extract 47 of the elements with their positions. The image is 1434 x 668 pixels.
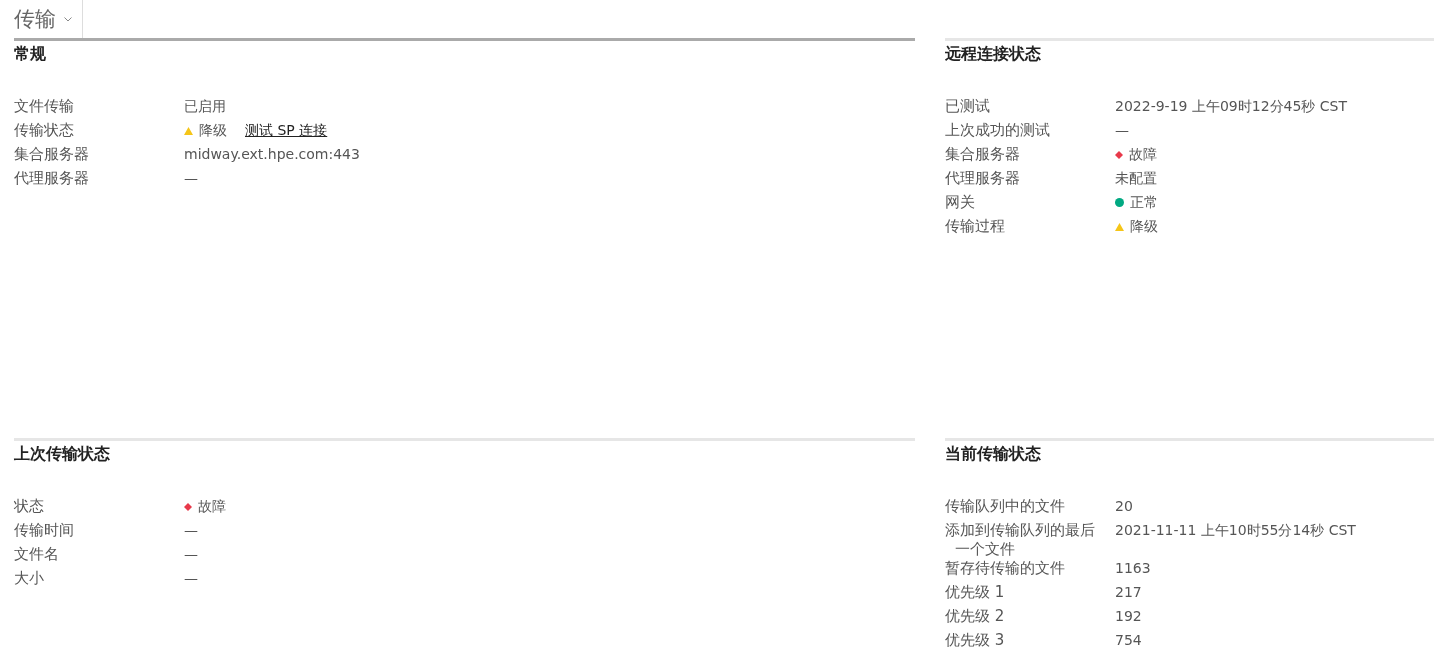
section-title: 远程连接状态 xyxy=(945,43,1041,65)
field-label: 传输过程 xyxy=(945,217,1006,236)
field-label: 代理服务器 xyxy=(945,169,1021,188)
field-label: 传输状态 xyxy=(14,121,75,140)
chevron-down-icon xyxy=(64,16,72,22)
field-label: 传输时间 xyxy=(14,521,75,540)
field-label: 集合服务器 xyxy=(14,145,90,164)
field-value: 降级 xyxy=(1130,217,1158,236)
field-value: 192 xyxy=(1115,607,1142,626)
field-value: — xyxy=(184,169,198,188)
field-label: 代理服务器 xyxy=(14,169,90,188)
field-label: 集合服务器 xyxy=(945,145,1021,164)
field-value: — xyxy=(184,521,198,540)
field-label: 已测试 xyxy=(945,97,991,116)
field-label: 暂存待传输的文件 xyxy=(945,559,1066,578)
field-label: 大小 xyxy=(14,569,45,588)
field-label: 添加到传输队列的最后一个文件 xyxy=(945,521,1096,559)
field-label: 优先级 3 xyxy=(945,631,1006,650)
field-value: 降级 xyxy=(199,121,227,140)
field-value: 已启用 xyxy=(184,97,226,116)
section-title: 上次传输状态 xyxy=(14,443,110,465)
field-label: 上次成功的测试 xyxy=(945,121,1051,140)
field-value: midway.ext.hpe.com:443 xyxy=(184,145,360,164)
field-value: 2021-11-11 上午10时55分14秒 CST xyxy=(1115,521,1356,540)
section-title: 常规 xyxy=(14,43,46,65)
field-value: 754 xyxy=(1115,631,1142,650)
test-connection-link[interactable]: 测试 SP 连接 xyxy=(245,121,328,140)
field-label: 优先级 1 xyxy=(945,583,1006,602)
field-label: 文件名 xyxy=(14,545,60,564)
field-value: 正常 xyxy=(1130,193,1158,212)
field-value: 217 xyxy=(1115,583,1142,602)
field-value: 2022-9-19 上午09时12分45秒 CST xyxy=(1115,97,1347,116)
field-value: — xyxy=(184,545,198,564)
page-title-dropdown[interactable]: 传输 xyxy=(14,0,83,38)
field-value: — xyxy=(1115,121,1129,140)
section-title: 当前传输状态 xyxy=(945,443,1041,465)
field-label: 网关 xyxy=(945,193,976,212)
field-value: 故障 xyxy=(1129,145,1157,164)
field-value: 故障 xyxy=(198,497,226,516)
field-label: 文件传输 xyxy=(14,97,75,116)
field-value: 未配置 xyxy=(1115,169,1157,188)
field-value: 1163 xyxy=(1115,559,1151,578)
field-label: 状态 xyxy=(14,497,45,516)
field-value: 20 xyxy=(1115,497,1133,516)
field-value: — xyxy=(184,569,198,588)
field-label: 优先级 2 xyxy=(945,607,1006,626)
field-label: 传输队列中的文件 xyxy=(945,497,1066,516)
